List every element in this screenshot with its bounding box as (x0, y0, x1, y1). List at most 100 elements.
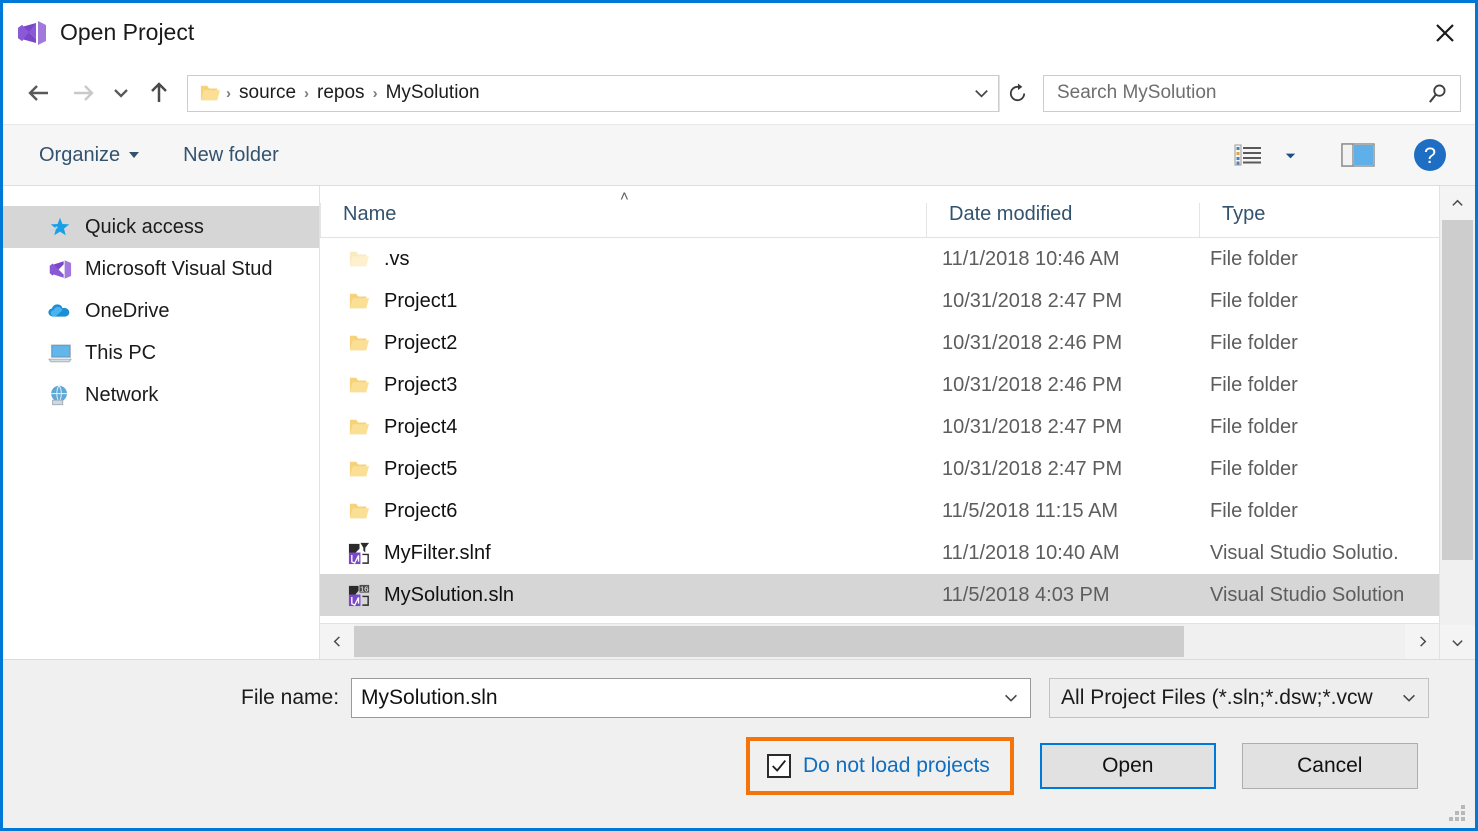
file-type: File folder (1199, 248, 1439, 271)
command-bar-right: ? (1225, 133, 1453, 177)
refresh-icon[interactable] (999, 75, 1035, 112)
folder-icon (346, 498, 372, 524)
address-bar[interactable]: › source › repos › MySolution (187, 75, 999, 112)
sort-indicator: ˄ (620, 188, 629, 205)
breadcrumb-item-repos[interactable]: repos (312, 82, 370, 104)
open-button[interactable]: Open (1040, 743, 1216, 789)
address-chevron-down-icon[interactable] (964, 76, 998, 111)
filename-input[interactable] (361, 686, 992, 710)
column-header-type[interactable]: Type (1199, 203, 1439, 237)
help-icon[interactable]: ? (1407, 133, 1453, 177)
sidebar-item-network[interactable]: Network (3, 374, 319, 416)
file-name-cell: MyFilter.slnf (320, 540, 926, 566)
view-list-icon[interactable] (1225, 133, 1271, 177)
close-icon[interactable] (1415, 5, 1475, 61)
command-bar: Organize New folder (3, 124, 1475, 186)
folder-icon (346, 414, 372, 440)
table-row[interactable]: .vs 11/1/2018 10:46 AM File folder (320, 238, 1439, 280)
cloud-icon (47, 298, 73, 324)
file-type: File folder (1199, 500, 1439, 523)
chevron-right-icon[interactable] (1405, 624, 1439, 659)
table-row[interactable]: 16 MySolution.sln 11/5/2018 4:03 PM Visu… (320, 574, 1439, 616)
column-header-row: ˄ Name Date modified Type (320, 186, 1439, 238)
chevron-down-icon[interactable] (1440, 625, 1475, 659)
file-list-pane: ˄ Name Date modified Type .vs 11/1/2018 … (320, 186, 1439, 659)
file-type: Visual Studio Solutio. (1199, 542, 1439, 565)
up-arrow-icon[interactable] (137, 71, 181, 115)
file-name: Project3 (384, 374, 457, 397)
checkbox-box[interactable] (767, 754, 791, 778)
search-input[interactable] (1057, 82, 1424, 104)
horizontal-scrollbar[interactable] (320, 623, 1439, 659)
chevron-down-icon[interactable] (1390, 679, 1428, 717)
chevron-up-icon[interactable] (1440, 186, 1475, 220)
computer-icon (47, 340, 73, 366)
preview-pane-icon[interactable] (1335, 133, 1381, 177)
new-folder-button[interactable]: New folder (183, 144, 279, 167)
sidebar-item-microsoft-visual-studio[interactable]: Microsoft Visual Stud (3, 248, 319, 290)
vertical-scroll-thumb[interactable] (1442, 220, 1473, 560)
table-row[interactable]: Project5 10/31/2018 2:47 PM File folder (320, 448, 1439, 490)
column-header-date-modified[interactable]: Date modified (926, 203, 1199, 237)
cancel-button[interactable]: Cancel (1242, 743, 1418, 789)
file-date: 11/5/2018 11:15 AM (926, 500, 1199, 523)
recent-locations-chevron-down-icon[interactable] (105, 71, 137, 115)
sidebar-item-label: This PC (85, 342, 156, 365)
breadcrumb-item-source[interactable]: source (234, 82, 301, 104)
breadcrumb-separator-1[interactable]: › (301, 85, 312, 102)
visual-studio-icon (17, 19, 47, 47)
table-row[interactable]: Project3 10/31/2018 2:46 PM File folder (320, 364, 1439, 406)
file-name-cell: Project5 (320, 456, 926, 482)
folder-icon (346, 288, 372, 314)
chevron-down-icon[interactable] (992, 679, 1030, 717)
file-name-cell: Project1 (320, 288, 926, 314)
organize-button[interactable]: Organize (39, 144, 139, 167)
sidebar-item-this-pc[interactable]: This PC (3, 332, 319, 374)
sidebar-item-onedrive[interactable]: OneDrive (3, 290, 319, 332)
solution-icon: 16 (346, 582, 372, 608)
file-name-cell: Project3 (320, 372, 926, 398)
breadcrumb-separator-2[interactable]: › (370, 85, 381, 102)
file-name: Project4 (384, 416, 457, 439)
file-type: File folder (1199, 416, 1439, 439)
horizontal-scroll-track[interactable] (354, 624, 1405, 659)
table-row[interactable]: MyFilter.slnf 11/1/2018 10:40 AM Visual … (320, 532, 1439, 574)
sidebar-item-quick-access[interactable]: Quick access (3, 206, 319, 248)
folder-icon (346, 456, 372, 482)
view-options-chevron-down-icon[interactable] (1275, 133, 1305, 177)
breadcrumb-item-mysolution[interactable]: MySolution (381, 82, 485, 104)
chevron-left-icon[interactable] (320, 624, 354, 659)
open-project-dialog: Open Project (0, 0, 1478, 831)
file-type: Visual Studio Solution (1199, 584, 1439, 607)
filename-combobox[interactable] (351, 678, 1031, 718)
table-row[interactable]: Project6 11/5/2018 11:15 AM File folder (320, 490, 1439, 532)
filetype-combobox[interactable]: All Project Files (*.sln;*.dsw;*.vcw (1049, 678, 1429, 718)
forward-arrow-icon (61, 71, 105, 115)
file-type: File folder (1199, 332, 1439, 355)
search-box[interactable] (1043, 75, 1461, 112)
pin-star-icon (47, 214, 73, 240)
navigation-bar: › source › repos › MySolution (3, 62, 1475, 124)
vertical-scrollbar[interactable] (1439, 186, 1475, 659)
search-icon[interactable] (1424, 80, 1450, 106)
checkbox-label: Do not load projects (803, 754, 990, 778)
vertical-scroll-track[interactable] (1440, 220, 1475, 625)
folder-icon (346, 246, 372, 272)
file-date: 11/5/2018 4:03 PM (926, 584, 1199, 607)
folder-icon (197, 80, 223, 106)
back-arrow-icon[interactable] (17, 71, 61, 115)
do-not-load-projects-checkbox[interactable]: Do not load projects (746, 737, 1014, 795)
folder-icon (346, 330, 372, 356)
horizontal-scroll-thumb[interactable] (354, 626, 1184, 657)
breadcrumb-separator-0[interactable]: › (223, 85, 234, 102)
chevron-down-icon (129, 152, 139, 158)
file-name: .vs (384, 248, 410, 271)
file-list: .vs 11/1/2018 10:46 AM File folder Proje… (320, 238, 1439, 623)
table-row[interactable]: Project4 10/31/2018 2:47 PM File folder (320, 406, 1439, 448)
table-row[interactable]: Project2 10/31/2018 2:46 PM File folder (320, 322, 1439, 364)
filetype-value: All Project Files (*.sln;*.dsw;*.vcw (1061, 686, 1390, 710)
table-row[interactable]: Project1 10/31/2018 2:47 PM File folder (320, 280, 1439, 322)
column-header-name[interactable]: Name (320, 203, 926, 237)
resize-grip-icon[interactable] (1446, 804, 1468, 822)
file-date: 11/1/2018 10:40 AM (926, 542, 1199, 565)
